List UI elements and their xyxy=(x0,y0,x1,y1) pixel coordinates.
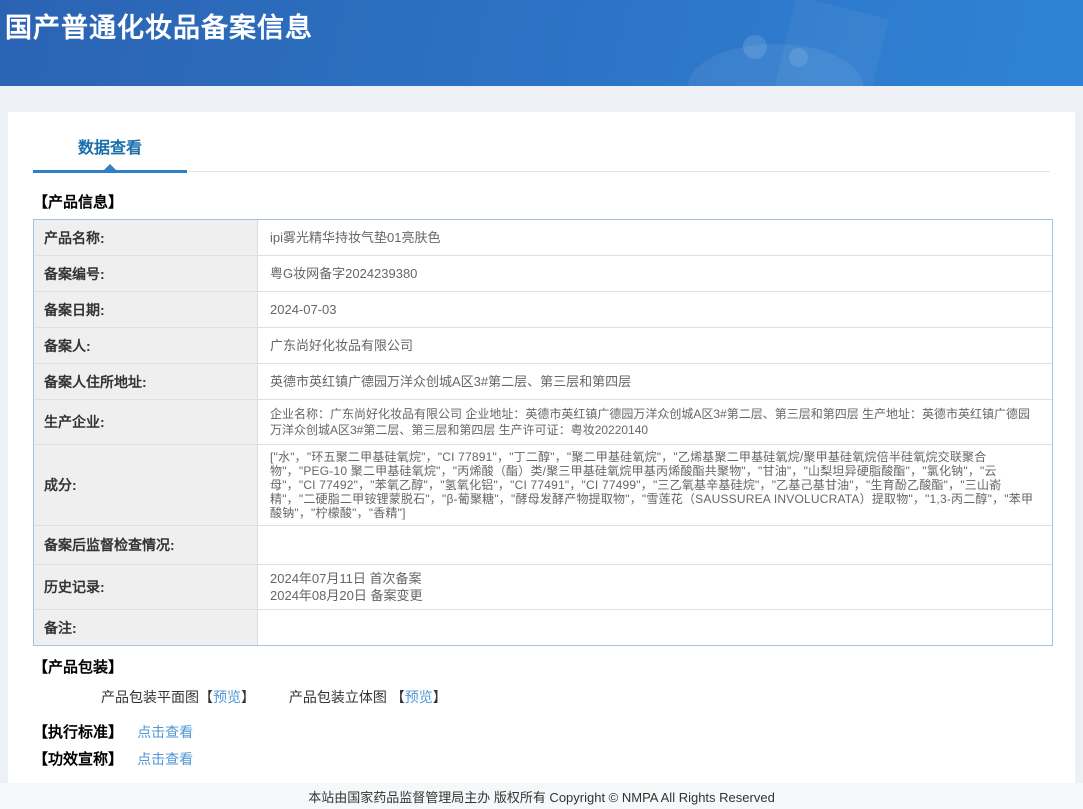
row-value: ["水"，"环五聚二甲基硅氧烷"，"CI 77891"，"丁二醇"，"聚二甲基硅… xyxy=(270,450,1034,520)
bracket-close: 】 xyxy=(241,689,255,705)
packaging-flat-label: 产品包装平面图 xyxy=(101,689,199,705)
tab-data-view-label: 数据查看 xyxy=(77,140,142,157)
row-label: 产品名称: xyxy=(34,220,258,255)
efficacy-line: 【功效宣称】 点击查看 xyxy=(33,750,1050,768)
table-row-inspection: 备案后监督检查情况: xyxy=(34,525,1052,564)
table-row-ingredients: 成分: ["水"，"环五聚二甲基硅氧烷"，"CI 77891"，"丁二醇"，"聚… xyxy=(34,444,1052,525)
row-value: 粤G妆网备字2024239380 xyxy=(270,266,418,281)
tab-bar: 数据查看 xyxy=(33,138,1050,173)
preview-link-stereo[interactable]: 预览 xyxy=(405,689,433,705)
row-value xyxy=(258,526,1052,564)
row-value xyxy=(258,610,1052,645)
table-row-registrant-address: 备案人住所地址: 英德市英红镇广德园万洋众创城A区3#第二层、第三层和第四层 xyxy=(34,363,1052,399)
view-efficacy-link[interactable]: 点击查看 xyxy=(137,751,193,767)
section-title-standard: 【执行标准】 xyxy=(33,724,124,741)
row-value: 2024年07月11日 首次备案 2024年08月20日 备案变更 xyxy=(258,565,1052,609)
page-title: 国产普通化妆品备案信息 xyxy=(5,13,313,43)
packaging-flat-item: 产品包装平面图【预览】 xyxy=(101,689,259,705)
bracket-open: 【 xyxy=(199,689,213,705)
row-label: 成分: xyxy=(34,445,258,525)
table-row-registration-date: 备案日期: 2024-07-03 xyxy=(34,291,1052,327)
product-info-table: 产品名称: ipi雾光精华持妆气垫01亮肤色 备案编号: 粤G妆网备字20242… xyxy=(33,219,1053,646)
row-label: 备案人: xyxy=(34,328,258,363)
view-standard-link[interactable]: 点击查看 xyxy=(137,724,193,740)
row-label: 备案人住所地址: xyxy=(34,364,258,399)
row-value: 广东尚好化妆品有限公司 xyxy=(270,338,414,353)
table-row-product-name: 产品名称: ipi雾光精华持妆气垫01亮肤色 xyxy=(34,220,1052,255)
row-label: 备案后监督检查情况: xyxy=(34,526,258,564)
tab-data-view[interactable]: 数据查看 xyxy=(33,134,187,173)
footer-copyright-text: 本站由国家药品监督管理局主办 版权所有 Copyright © NMPA All… xyxy=(308,789,775,805)
row-label: 备案编号: xyxy=(34,256,258,291)
page-footer: 本站由国家药品监督管理局主办 版权所有 Copyright © NMPA All… xyxy=(0,783,1083,809)
row-label: 生产企业: xyxy=(34,400,258,444)
preview-link-flat[interactable]: 预览 xyxy=(213,689,241,705)
row-label: 备案日期: xyxy=(34,292,258,327)
section-title-product-info: 【产品信息】 xyxy=(33,194,124,211)
bracket-close: 】 xyxy=(432,689,447,705)
table-row-remarks: 备注: xyxy=(34,609,1052,645)
table-row-registration-number: 备案编号: 粤G妆网备字2024239380 xyxy=(34,255,1052,291)
row-value: 企业名称：广东尚好化妆品有限公司 企业地址：英德市英红镇广德园万洋众创城A区3#… xyxy=(270,407,1031,437)
bracket-open: 【 xyxy=(390,689,405,705)
standard-line: 【执行标准】 点击查看 xyxy=(33,723,1050,741)
row-value: 2024-07-03 xyxy=(270,302,337,317)
row-label: 备注: xyxy=(34,610,258,645)
section-title-packaging: 【产品包装】 xyxy=(33,659,124,676)
main-panel: 数据查看 【产品信息】 产品名称: ipi雾光精华持妆气垫01亮肤色 备案编号:… xyxy=(8,112,1075,783)
table-row-history: 历史记录: 2024年07月11日 首次备案 2024年08月20日 备案变更 xyxy=(34,564,1052,609)
row-value: 英德市英红镇广德园万洋众创城A区3#第二层、第三层和第四层 xyxy=(270,374,632,389)
row-label: 历史记录: xyxy=(34,565,258,609)
packaging-line: 产品包装平面图【预览】 产品包装立体图 【预览】 xyxy=(33,689,1050,706)
section-title-efficacy: 【功效宣称】 xyxy=(33,751,124,768)
page-header: 国产普通化妆品备案信息 xyxy=(0,0,1083,86)
table-row-manufacturer: 生产企业: 企业名称：广东尚好化妆品有限公司 企业地址：英德市英红镇广德园万洋众… xyxy=(34,399,1052,444)
history-line: 2024年07月11日 首次备案 xyxy=(270,571,422,586)
history-line: 2024年08月20日 备案变更 xyxy=(270,588,423,603)
packaging-stereo-label: 产品包装立体图 xyxy=(288,689,391,705)
header-decoration-circle xyxy=(789,48,808,67)
table-row-registrant: 备案人: 广东尚好化妆品有限公司 xyxy=(34,327,1052,363)
row-value: ipi雾光精华持妆气垫01亮肤色 xyxy=(270,230,441,245)
tab-active-arrow-icon xyxy=(104,164,116,170)
packaging-stereo-item: 产品包装立体图 【预览】 xyxy=(289,689,447,705)
